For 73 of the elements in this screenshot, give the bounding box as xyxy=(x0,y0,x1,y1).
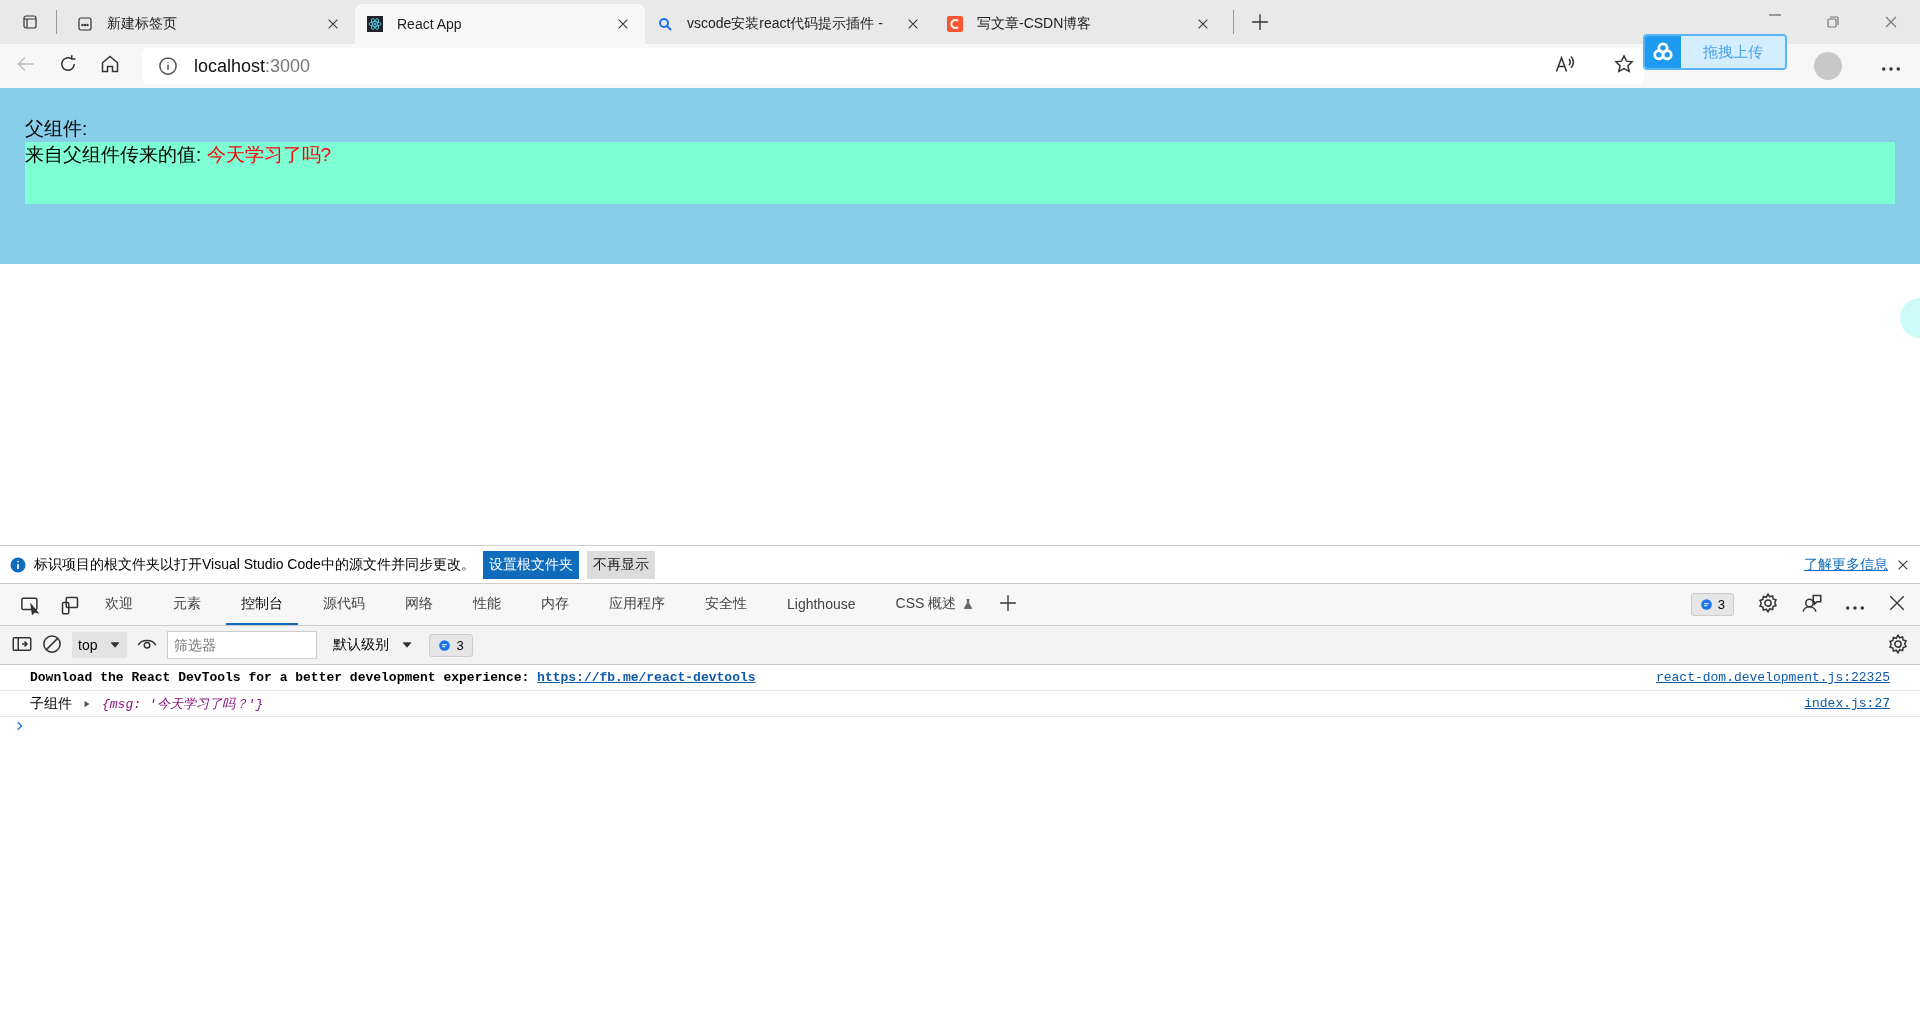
search-icon xyxy=(657,16,673,32)
tab-title: 新建标签页 xyxy=(107,15,178,33)
url-text: localhost:3000 xyxy=(194,55,311,77)
child-label: 来自父组件传来的值: xyxy=(25,144,202,165)
message-icon xyxy=(438,638,452,652)
console-label: 子组件 xyxy=(30,694,72,713)
issues-count-badge[interactable]: 3 xyxy=(1690,593,1734,616)
object-preview[interactable]: {msg: '今天学习了吗？'} xyxy=(102,694,264,713)
devtools-link[interactable]: https://fb.me/react-devtools xyxy=(537,670,756,685)
close-icon xyxy=(906,17,920,31)
message-count-badge[interactable]: 3 xyxy=(429,633,473,657)
refresh-icon xyxy=(58,54,78,74)
console-message: Download the React DevTools for a better development experience: https://fb.me/react-devtools xyxy=(30,670,756,685)
restore-icon xyxy=(1825,14,1841,30)
browser-tab[interactable]: 新建标签页 xyxy=(65,4,355,44)
address-bar[interactable]: localhost:3000 xyxy=(142,48,1644,84)
more-icon xyxy=(1846,605,1864,610)
browser-tab[interactable]: 写文章-CSDN博客 xyxy=(935,4,1225,44)
learn-more-link[interactable]: 了解更多信息 xyxy=(1804,555,1888,574)
settings-icon xyxy=(1888,633,1908,654)
minimize-icon xyxy=(1769,14,1781,16)
close-icon xyxy=(1888,593,1906,612)
context-dropdown[interactable]: top xyxy=(72,632,128,658)
source-link[interactable]: react-dom.development.js:22325 xyxy=(1655,670,1890,685)
browser-tab[interactable]: React App xyxy=(355,4,645,44)
settings-icon xyxy=(1758,592,1778,613)
tab-title: 写文章-CSDN博客 xyxy=(977,15,1093,33)
atom-icon xyxy=(367,16,383,32)
parent-label: 父组件: xyxy=(25,117,89,141)
plus-icon xyxy=(999,593,1018,612)
dont-show-again-button[interactable]: 不再显示 xyxy=(586,550,655,579)
child-value: 今天学习了吗? xyxy=(206,144,332,165)
devtools-tab[interactable]: 元素 xyxy=(158,584,216,625)
filter-field[interactable]: 筛选器 xyxy=(167,631,318,659)
log-level-dropdown[interactable]: 默认级别 xyxy=(327,635,420,655)
close-icon xyxy=(1196,17,1210,31)
source-link[interactable]: index.js:27 xyxy=(1804,696,1890,711)
people-icon xyxy=(1802,592,1822,613)
letter-c-icon xyxy=(947,16,963,32)
set-root-folder-button[interactable]: 设置根文件夹 xyxy=(482,550,579,579)
info-icon xyxy=(10,556,26,573)
tab-title: vscode安装react代码提示插件 - xyxy=(687,15,885,33)
devtools-tab[interactable]: 内存 xyxy=(526,584,584,625)
caret-icon xyxy=(401,639,414,651)
read-aloud-icon xyxy=(1554,54,1574,74)
plus-icon xyxy=(1251,13,1269,31)
infobar-message: 标识项目的根文件夹以打开Visual Studio Code中的源文件并同步更改。 xyxy=(34,555,475,574)
upload-label: 拖拽上传 xyxy=(1681,36,1785,68)
star-icon xyxy=(1614,54,1634,74)
tab-title: React App xyxy=(397,16,463,32)
new-tab-icon xyxy=(77,16,93,32)
info-icon xyxy=(158,56,178,76)
home-icon xyxy=(100,54,120,74)
cloud-icon xyxy=(1652,41,1674,63)
message-icon xyxy=(1699,598,1713,611)
device-icon xyxy=(60,594,80,615)
devtools-tab[interactable]: CSS 概述 xyxy=(880,584,990,625)
devtools-tab[interactable]: 源代码 xyxy=(308,584,380,625)
close-icon xyxy=(616,17,630,31)
inspect-icon xyxy=(20,594,40,615)
close-icon xyxy=(1883,14,1899,30)
devtools-tab[interactable]: 性能 xyxy=(458,584,516,625)
clear-icon xyxy=(42,633,62,654)
caret-icon xyxy=(109,639,122,651)
devtools-tab[interactable]: 应用程序 xyxy=(594,584,680,625)
devtools-tab[interactable]: 安全性 xyxy=(690,584,762,625)
devtools-tab[interactable]: 网络 xyxy=(390,584,448,625)
sidebar-panel-icon xyxy=(22,14,38,30)
close-icon xyxy=(326,17,340,31)
devtools-tab[interactable]: 欢迎 xyxy=(90,584,148,625)
more-icon xyxy=(1882,67,1900,71)
browser-tab[interactable]: vscode安装react代码提示插件 - xyxy=(645,4,935,44)
devtools-tab[interactable]: Lighthouse xyxy=(772,584,871,625)
